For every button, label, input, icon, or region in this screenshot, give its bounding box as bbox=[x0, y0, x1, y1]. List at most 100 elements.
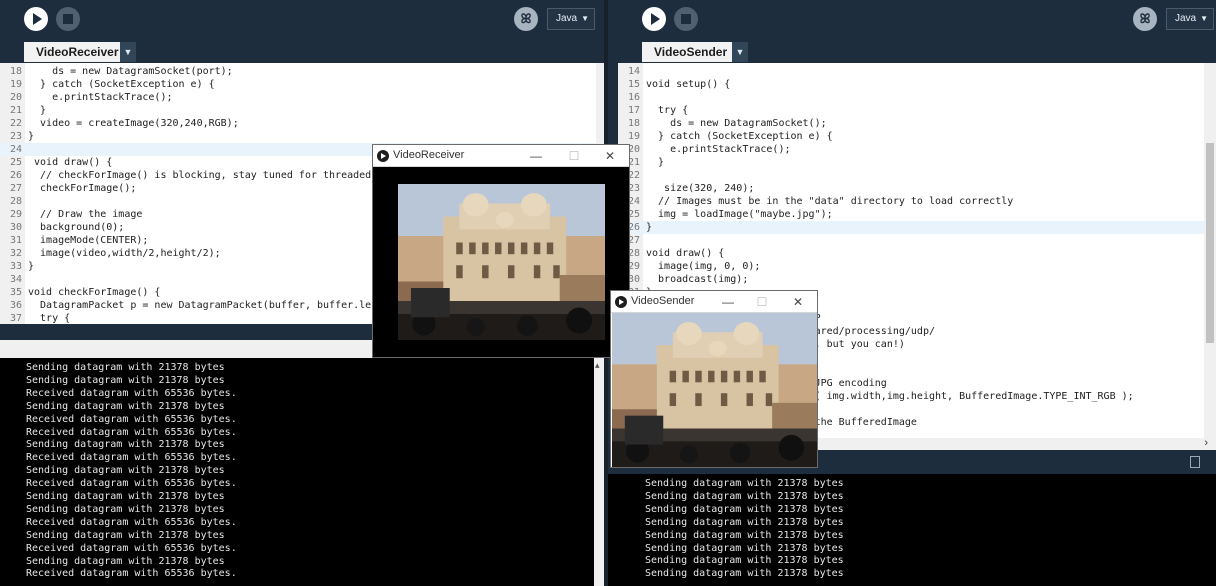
console-line: Sending datagram with 21378 bytes bbox=[26, 400, 225, 412]
sender-sketch-tab[interactable]: VideoSender bbox=[642, 42, 732, 62]
receiver-tab-menu-icon[interactable]: ▼ bbox=[120, 42, 136, 62]
code-text: broadcast(img); bbox=[646, 274, 749, 285]
palace-photo-image bbox=[398, 184, 605, 340]
console-line: Sending datagram with 21378 bytes bbox=[645, 503, 844, 515]
code-text: try { bbox=[28, 313, 71, 324]
code-line[interactable]: 22 bbox=[618, 169, 1204, 182]
code-line[interactable]: 19 } catch (SocketException e) { bbox=[0, 78, 596, 91]
code-line[interactable]: 27 bbox=[618, 234, 1204, 247]
code-text: img = loadImage("maybe.jpg"); bbox=[646, 209, 833, 220]
sender-console: Sending datagram with 21378 bytes Sending… bbox=[608, 474, 1216, 586]
console-line: Sending datagram with 21378 bytes bbox=[26, 529, 225, 541]
code-text: void setup() { bbox=[646, 79, 731, 90]
line-number: 21 bbox=[9, 105, 22, 116]
sender-sketch-titlebar[interactable]: VideoSender — ☐ ✕ bbox=[611, 291, 817, 313]
console-line: Sending datagram with 21378 bytes bbox=[26, 374, 225, 386]
sender-editor-scrollbar[interactable] bbox=[1204, 63, 1216, 438]
receiver-sketch-title: VideoReceiver bbox=[393, 149, 465, 161]
line-number: 28 bbox=[9, 196, 22, 207]
receiver-stop-button[interactable] bbox=[56, 7, 80, 31]
received-video-frame bbox=[398, 184, 605, 340]
receiver-sketch-tab[interactable]: VideoReceiver bbox=[24, 42, 120, 62]
code-line[interactable]: 16 bbox=[618, 91, 1204, 104]
scroll-up-icon[interactable]: ▴ bbox=[595, 360, 600, 371]
console-line: Sending datagram with 21378 bytes bbox=[645, 542, 844, 554]
code-line[interactable]: 28 void draw() { bbox=[618, 247, 1204, 260]
chevron-down-icon: ▼ bbox=[1200, 14, 1209, 23]
close-button[interactable]: ✕ bbox=[591, 146, 629, 166]
code-text: // checkForImage() is blocking, stay tun… bbox=[28, 170, 396, 181]
code-text: } bbox=[646, 157, 665, 168]
code-text: size(320, 240); bbox=[646, 183, 755, 194]
minimize-button[interactable]: — bbox=[517, 146, 555, 166]
console-line: Received datagram with 65536 bytes. bbox=[26, 568, 237, 580]
code-line[interactable]: 25 img = loadImage("maybe.jpg"); bbox=[618, 208, 1204, 221]
code-line[interactable]: 20 e.printStackTrace(); bbox=[618, 143, 1204, 156]
code-line[interactable]: 14 bbox=[618, 65, 1204, 78]
chevron-down-icon: ▼ bbox=[581, 14, 590, 23]
code-line[interactable]: 18 ds = new DatagramSocket(); bbox=[618, 117, 1204, 130]
sender-debugger-icon[interactable]: ꕤ bbox=[1133, 7, 1157, 31]
code-text: // Images must be in the "data" director… bbox=[646, 196, 1014, 207]
line-number: 29 bbox=[9, 209, 22, 220]
code-text: void draw() { bbox=[28, 157, 113, 168]
code-text: image(img, 0, 0); bbox=[646, 261, 761, 272]
code-line[interactable]: 26} bbox=[618, 221, 1204, 234]
palace-photo-image bbox=[612, 313, 817, 467]
sender-sketch-title: VideoSender bbox=[631, 295, 695, 307]
sent-video-frame bbox=[612, 313, 817, 467]
console-line: Received datagram with 65536 bytes. bbox=[26, 387, 237, 399]
maximize-button[interactable]: ☐ bbox=[743, 292, 781, 312]
console-line: Received datagram with 65536 bytes. bbox=[26, 426, 237, 438]
code-line[interactable]: 19 } catch (SocketException e) { bbox=[618, 130, 1204, 143]
receiver-mode-label: Java bbox=[556, 13, 578, 24]
line-number: 14 bbox=[627, 66, 640, 77]
code-line[interactable]: 21 } bbox=[618, 156, 1204, 169]
receiver-run-button[interactable] bbox=[24, 7, 48, 31]
receiver-mode-selector[interactable]: Java ▼ bbox=[547, 8, 595, 30]
line-number: 31 bbox=[9, 235, 22, 246]
line-number: 22 bbox=[9, 118, 22, 129]
code-line[interactable]: 17 try { bbox=[618, 104, 1204, 117]
code-line[interactable]: 20 e.printStackTrace(); bbox=[0, 91, 596, 104]
code-line[interactable]: 21 } bbox=[0, 104, 596, 117]
code-line[interactable]: 24 // Images must be in the "data" direc… bbox=[618, 195, 1204, 208]
console-line: Sending datagram with 21378 bytes bbox=[645, 568, 844, 580]
line-number: 32 bbox=[9, 248, 22, 259]
code-line[interactable]: 18 ds = new DatagramSocket(port); bbox=[0, 65, 596, 78]
line-number: 30 bbox=[9, 222, 22, 233]
code-text: e.printStackTrace(); bbox=[646, 144, 791, 155]
receiver-sketch-titlebar[interactable]: VideoReceiver — ☐ ✕ bbox=[373, 145, 629, 167]
minimize-button[interactable]: — bbox=[709, 292, 747, 312]
maximize-button[interactable]: ☐ bbox=[555, 146, 593, 166]
processing-logo-icon bbox=[615, 296, 627, 308]
code-text: ds = new DatagramSocket(); bbox=[646, 118, 827, 129]
line-number: 18 bbox=[627, 118, 640, 129]
code-line[interactable]: 22 video = createImage(320,240,RGB); bbox=[0, 117, 596, 130]
line-number: 20 bbox=[9, 92, 22, 103]
sender-tab-menu-icon[interactable]: ▼ bbox=[732, 42, 748, 62]
code-line[interactable]: 15 void setup() { bbox=[618, 78, 1204, 91]
line-number: 16 bbox=[627, 92, 640, 103]
sender-mode-selector[interactable]: Java ▼ bbox=[1166, 8, 1214, 30]
close-button[interactable]: ✕ bbox=[779, 292, 817, 312]
sender-scroll-thumb[interactable] bbox=[1206, 143, 1214, 343]
line-number: 25 bbox=[9, 157, 22, 168]
console-line: Sending datagram with 21378 bytes bbox=[645, 516, 844, 528]
code-line[interactable]: 23} bbox=[0, 130, 596, 143]
code-text: void draw() { bbox=[646, 248, 725, 259]
sender-stop-button[interactable] bbox=[674, 7, 698, 31]
code-text: ds = new DatagramSocket(port); bbox=[28, 66, 233, 77]
sender-toolbar: ꕤ Java ▼ bbox=[608, 0, 1216, 40]
code-line[interactable]: 29 image(img, 0, 0); bbox=[618, 260, 1204, 273]
code-text: } catch (SocketException e) { bbox=[28, 79, 215, 90]
console-icon[interactable] bbox=[1190, 456, 1200, 468]
console-line: Sending datagram with 21378 bytes bbox=[26, 362, 225, 373]
code-line[interactable]: 23 size(320, 240); bbox=[618, 182, 1204, 195]
code-line[interactable]: 30 broadcast(img); bbox=[618, 273, 1204, 286]
console-line: Received datagram with 65536 bytes. bbox=[26, 542, 237, 554]
receiver-debugger-icon[interactable]: ꕤ bbox=[514, 7, 538, 31]
sender-run-button[interactable] bbox=[642, 7, 666, 31]
console-line: Received datagram with 65536 bytes. bbox=[26, 478, 237, 490]
scroll-right-icon[interactable]: › bbox=[1204, 437, 1208, 449]
